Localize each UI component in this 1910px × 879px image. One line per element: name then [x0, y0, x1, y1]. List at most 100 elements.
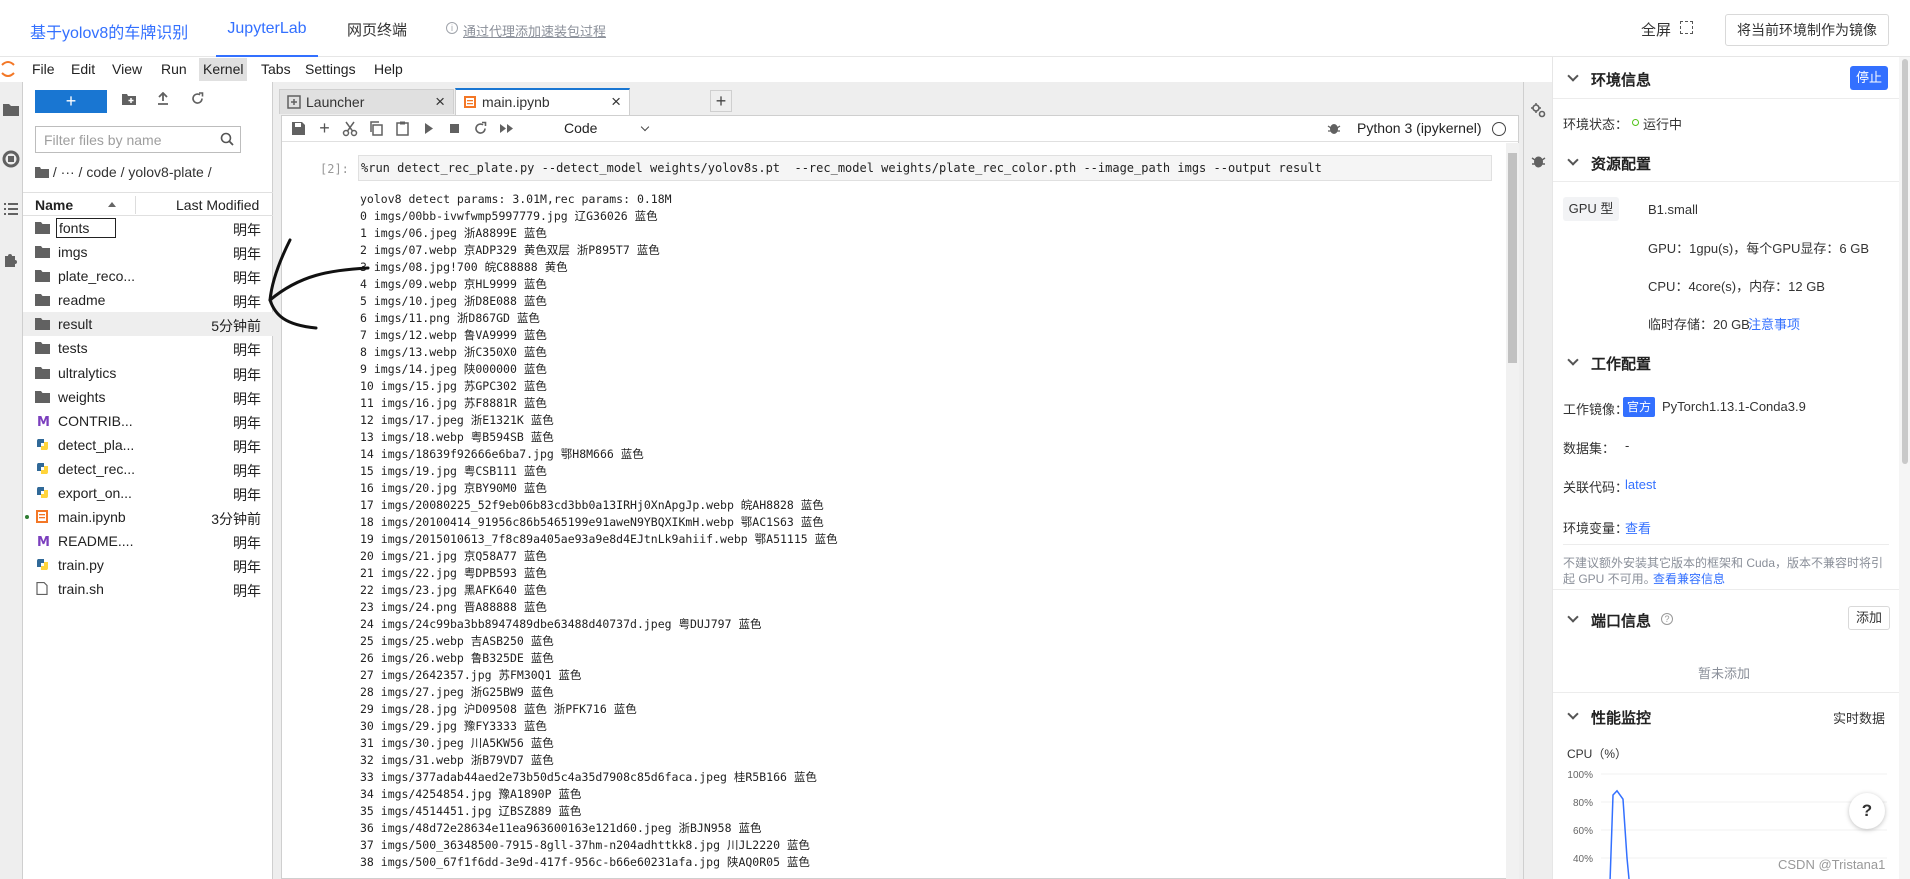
file-name[interactable]: README.... [58, 533, 133, 549]
breadcrumb-path[interactable]: / ··· / code / yolov8-plate / [53, 164, 212, 180]
chevron-down-icon[interactable] [640, 122, 650, 132]
tab-main-ipynb[interactable]: main.ipynb × [455, 88, 630, 115]
info-icon: i [446, 22, 458, 34]
folder-icon[interactable] [2, 100, 20, 118]
folder-icon[interactable] [35, 167, 49, 178]
menu-tabs[interactable]: Tabs [261, 61, 291, 77]
menu-run[interactable]: Run [161, 61, 187, 77]
file-row[interactable]: readme 明年 [23, 288, 273, 312]
code-cell-input[interactable]: %run detect_rec_plate.py --detect_model … [358, 155, 1492, 181]
cut-icon[interactable] [342, 120, 359, 137]
file-name[interactable]: train.py [58, 557, 104, 573]
file-name[interactable]: detect_pla... [58, 437, 134, 453]
file-name[interactable]: main.ipynb [58, 509, 126, 525]
tab-launcher[interactable]: Launcher × [279, 89, 454, 114]
file-row[interactable]: tests 明年 [23, 336, 273, 360]
file-row[interactable]: weights 明年 [23, 385, 273, 409]
file-name[interactable]: fonts [56, 218, 117, 238]
fullscreen-button[interactable]: 全屏 [1641, 19, 1671, 40]
filter-files-input[interactable] [35, 126, 241, 153]
save-icon[interactable] [290, 120, 307, 137]
sort-asc-icon[interactable] [108, 202, 116, 207]
file-name[interactable]: ultralytics [58, 365, 116, 381]
chevron-down-icon[interactable] [1567, 70, 1579, 82]
column-name[interactable]: Name [35, 197, 73, 213]
storage-notice-link[interactable]: 注意事项 [1748, 314, 1800, 333]
file-name[interactable]: detect_rec... [58, 461, 135, 477]
fullscreen-icon[interactable] [1680, 21, 1693, 34]
fast-forward-icon[interactable] [498, 120, 515, 137]
upload-icon[interactable] [154, 91, 172, 110]
kernel-name[interactable]: Python 3 (ipykernel) [1357, 120, 1482, 136]
file-row[interactable]: result 5分钟前 [23, 312, 273, 337]
help-circle-icon[interactable]: ? [1661, 613, 1673, 625]
file-row[interactable]: detect_pla... 明年 [23, 433, 273, 457]
file-row[interactable]: export_on... 明年 [23, 481, 273, 505]
file-name[interactable]: CONTRIB... [58, 413, 133, 429]
file-name[interactable]: result [58, 316, 92, 332]
stop-button[interactable]: 停止 [1850, 66, 1888, 90]
file-row[interactable]: M README.... 明年 [23, 529, 273, 553]
file-row[interactable]: main.ipynb 3分钟前 [23, 505, 273, 529]
paste-icon[interactable] [394, 120, 411, 137]
insert-cell-icon[interactable]: + [316, 119, 333, 137]
file-name[interactable]: plate_reco... [58, 268, 135, 284]
file-name[interactable]: train.sh [58, 581, 104, 597]
file-row[interactable]: plate_reco... 明年 [23, 264, 273, 288]
chevron-down-icon[interactable] [1567, 611, 1579, 623]
new-launcher-button[interactable]: + [35, 90, 107, 113]
file-row[interactable]: fonts 明年 [23, 216, 273, 240]
extension-icon[interactable] [2, 250, 20, 268]
debugger-icon[interactable] [1530, 152, 1547, 169]
menu-settings[interactable]: Settings [305, 61, 356, 77]
chevron-down-icon[interactable] [1567, 354, 1579, 366]
menu-file[interactable]: File [32, 61, 55, 77]
copy-icon[interactable] [368, 120, 385, 137]
file-row[interactable]: ultralytics 明年 [23, 361, 273, 385]
stop-icon[interactable] [446, 120, 463, 137]
running-icon[interactable] [2, 150, 20, 168]
add-tab-button[interactable]: + [710, 90, 732, 112]
file-row[interactable]: detect_rec... 明年 [23, 457, 273, 481]
code-text[interactable]: %run detect_rec_plate.py --detect_model … [361, 161, 1322, 175]
chevron-down-icon[interactable] [1567, 708, 1579, 720]
tab-web-terminal[interactable]: 网页终端 [347, 19, 407, 40]
chevron-down-icon[interactable] [1567, 154, 1579, 166]
menu-help[interactable]: Help [374, 61, 403, 77]
panel-scrollbar[interactable] [1899, 57, 1910, 879]
breadcrumb[interactable]: / ··· / code / yolov8-plate / [35, 164, 212, 180]
toc-icon[interactable] [2, 200, 20, 218]
file-name[interactable]: weights [58, 389, 105, 405]
column-last-modified[interactable]: Last Modified [176, 197, 259, 213]
menu-kernel[interactable]: Kernel [199, 58, 248, 81]
add-port-button[interactable]: 添加 [1848, 606, 1890, 630]
file-row[interactable]: train.sh 明年 [23, 577, 273, 601]
file-name[interactable]: imgs [58, 244, 88, 260]
debugger-icon[interactable] [1327, 121, 1341, 135]
new-folder-icon[interactable] [120, 92, 138, 110]
file-name[interactable]: export_on... [58, 485, 132, 501]
right-sidebar-tabs [1523, 82, 1552, 879]
envvar-view-link[interactable]: 查看 [1625, 518, 1651, 537]
compat-info-link[interactable]: 查看兼容信息 [1653, 570, 1725, 587]
make-mirror-button[interactable]: 将当前环境制作为镜像 [1725, 14, 1889, 46]
file-name[interactable]: readme [58, 292, 105, 308]
close-icon[interactable]: × [435, 92, 445, 112]
file-row[interactable]: train.py 明年 [23, 553, 273, 577]
close-icon[interactable]: × [611, 92, 621, 112]
menu-view[interactable]: View [112, 61, 142, 77]
restart-icon[interactable] [472, 120, 489, 137]
cell-type-select[interactable]: Code [564, 120, 597, 136]
help-button[interactable]: ? [1849, 793, 1885, 829]
proxy-hint-link[interactable]: 通过代理添加速装包过程 [463, 21, 606, 40]
file-name[interactable]: tests [58, 340, 88, 356]
file-row[interactable]: imgs 明年 [23, 240, 273, 264]
menu-edit[interactable]: Edit [71, 61, 95, 77]
tab-jupyterlab[interactable]: JupyterLab [216, 0, 318, 57]
notebook-scrollbar[interactable] [1506, 143, 1519, 879]
run-icon[interactable] [420, 120, 437, 137]
file-row[interactable]: M CONTRIB... 明年 [23, 409, 273, 433]
refresh-icon[interactable] [188, 92, 206, 110]
property-inspector-icon[interactable] [1530, 102, 1547, 119]
code-link[interactable]: latest [1625, 477, 1656, 492]
